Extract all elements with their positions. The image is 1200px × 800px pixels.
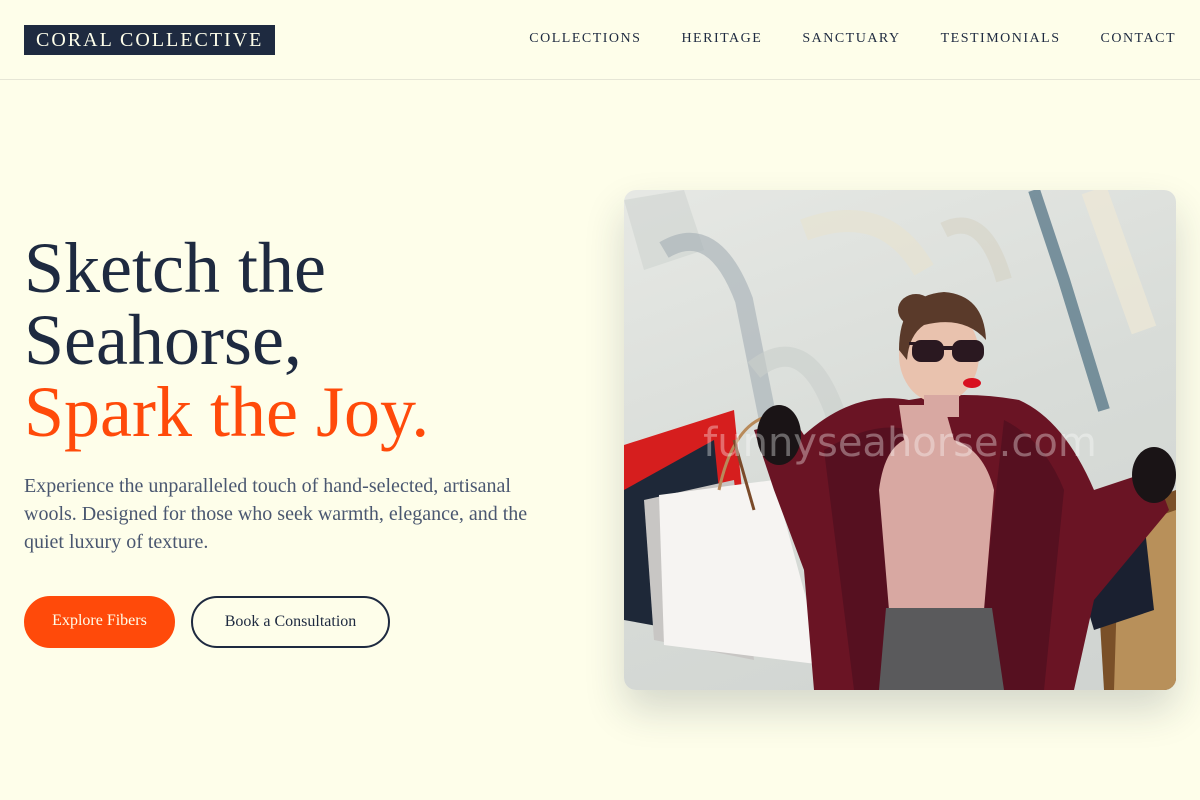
hero-title-accent-line: Spark the Joy.	[24, 372, 430, 452]
hero-title-line-1: Sketch the	[24, 228, 326, 308]
hero-title-line-2: Seahorse,	[24, 300, 302, 380]
hero-photo: funnyseahorse.com	[624, 190, 1176, 690]
brand-logo[interactable]: CORAL COLLECTIVE	[24, 25, 276, 55]
hero-title: Sketch the Seahorse, Spark the Joy.	[24, 232, 429, 448]
nav-item-sanctuary: SANCTUARY	[802, 30, 900, 48]
nav-link-sanctuary[interactable]: SANCTUARY	[802, 30, 900, 48]
nav-link-contact[interactable]: CONTACT	[1101, 30, 1177, 48]
site-header: CORAL COLLECTIVE COLLECTIONS HERITAGE SA…	[0, 0, 1200, 80]
hero-description: Experience the unparalleled touch of han…	[24, 475, 528, 553]
nav-item-collections: COLLECTIONS	[529, 30, 641, 48]
shopping-woman-illustration	[624, 190, 1176, 690]
explore-fibers-button[interactable]: Explore Fibers	[24, 596, 175, 648]
main-nav: COLLECTIONS HERITAGE SANCTUARY TESTIMONI…	[529, 30, 1176, 48]
nav-link-testimonials[interactable]: TESTIMONIALS	[941, 30, 1061, 48]
nav-link-heritage[interactable]: HERITAGE	[681, 30, 762, 48]
book-consultation-button[interactable]: Book a Consultation	[191, 596, 390, 648]
nav-item-contact: CONTACT	[1101, 30, 1177, 48]
nav-item-testimonials: TESTIMONIALS	[941, 30, 1061, 48]
nav-link-collections[interactable]: COLLECTIONS	[529, 30, 641, 48]
nav-item-heritage: HERITAGE	[681, 30, 762, 48]
